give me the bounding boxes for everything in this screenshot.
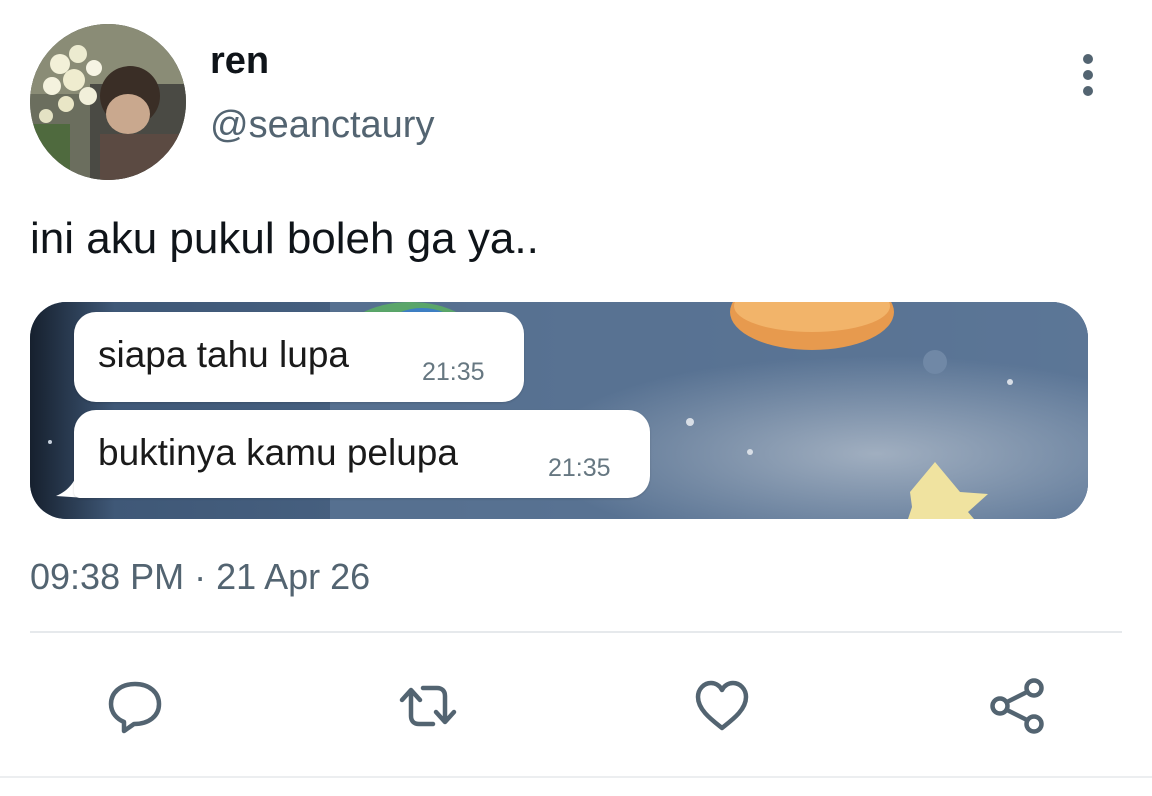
tweet-timestamp[interactable]: 09:38 PM · 21 Apr 26 <box>30 556 370 598</box>
chat-bubble: siapa tahu lupa 21:35 <box>74 312 524 402</box>
share-button[interactable] <box>987 676 1047 736</box>
avatar-image <box>30 24 186 180</box>
heart-icon <box>695 680 749 731</box>
like-button[interactable] <box>692 676 752 736</box>
message-text: buktinya kamu pelupa <box>98 432 458 473</box>
chat-bubble: buktinya kamu pelupa 21:35 <box>74 410 650 498</box>
tweet-text: ini aku pukul boleh ga ya.. <box>30 214 539 263</box>
reply-icon <box>108 681 162 734</box>
display-name[interactable]: ren <box>210 40 269 83</box>
user-handle[interactable]: @seanctaury <box>210 104 434 147</box>
message-text: siapa tahu lupa <box>98 334 349 375</box>
retweet-button[interactable] <box>398 676 458 736</box>
share-icon <box>990 678 1044 734</box>
avatar[interactable] <box>30 24 186 180</box>
more-vertical-icon <box>1083 54 1093 96</box>
retweet-icon <box>399 685 457 727</box>
reply-button[interactable] <box>105 676 165 736</box>
bottom-border <box>0 776 1152 778</box>
divider <box>30 631 1122 633</box>
more-options-button[interactable] <box>1068 52 1108 98</box>
tweet: ren @seanctaury ini aku pukul boleh ga y… <box>0 0 1152 796</box>
message-time: 21:35 <box>548 454 611 482</box>
message-time: 21:35 <box>422 358 485 386</box>
